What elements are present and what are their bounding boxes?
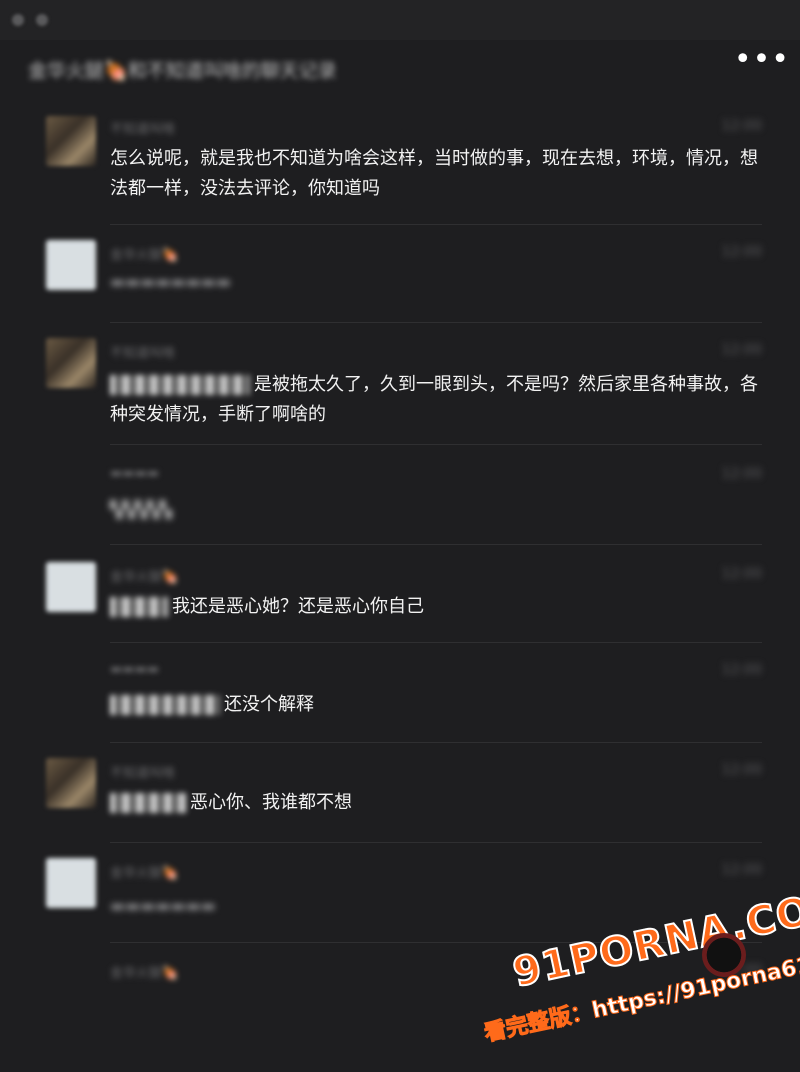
message-time: 12:00 xyxy=(721,118,762,134)
chat-message: ▬▬▬▬ 12:00 ▚▚▚▚▚ xyxy=(0,452,800,542)
sender-name: ▬▬▬▬ xyxy=(110,662,160,677)
avatar[interactable] xyxy=(46,858,96,908)
chat-record-header: 金华火腿🍖和不知道叫啥的聊天记录 xyxy=(0,40,800,96)
pixelated-redaction xyxy=(110,793,186,813)
avatar[interactable] xyxy=(46,338,96,388)
divider xyxy=(110,224,762,225)
message-time: 12:00 xyxy=(721,244,762,260)
message-time: 12:00 xyxy=(721,466,762,482)
redacted-text: ▬▬▬▬▬▬▬ xyxy=(110,896,216,915)
chat-message: 金华火腿🍖 12:00 我还是恶心她？还是恶心你自己 xyxy=(0,552,800,640)
chat-message: 不知道叫啥 12:00 恶心你、我谁都不想 xyxy=(0,750,800,842)
message-text: 怎么说呢，就是我也不知道为啥会这样，当时做的事，现在去想，环境，情况，想法都一样… xyxy=(110,148,758,199)
watermark: 91PORNA.COM 看完整版：https://91porna61.com xyxy=(470,879,800,1065)
avatar[interactable] xyxy=(46,562,96,612)
message-text: 是被拖太久了，久到一眼到头，不是吗？然后家里各种事故，各种突发情况，手断了啊啥的 xyxy=(110,374,758,425)
window-control-dot-icon[interactable] xyxy=(36,14,48,26)
redacted-text: ▚▚▚▚▚ xyxy=(110,500,172,519)
chat-message: 不知道叫啥 12:00 是被拖太久了，久到一眼到头，不是吗？然后家里各种事故，各… xyxy=(0,330,800,442)
message-time: 12:00 xyxy=(721,762,762,778)
chat-message: 不知道叫啥 12:00 怎么说呢，就是我也不知道为啥会这样，当时做的事，现在去想… xyxy=(0,110,800,222)
message-time: 12:00 xyxy=(721,566,762,582)
divider xyxy=(110,322,762,323)
sender-name: 金华火腿🍖 xyxy=(110,248,179,263)
avatar[interactable] xyxy=(46,116,96,166)
more-horizontal-icon[interactable]: ••• xyxy=(734,45,790,75)
message-time: 12:00 xyxy=(721,862,762,878)
avatar[interactable] xyxy=(46,240,96,290)
message-time: 12:00 xyxy=(721,342,762,358)
window-control-dot-icon[interactable] xyxy=(12,14,24,26)
message-text: 我还是恶心她？还是恶心你自己 xyxy=(110,592,760,622)
message-text: 还没个解释 xyxy=(110,690,760,720)
avatar[interactable] xyxy=(46,758,96,808)
sender-name: 不知道叫啥 xyxy=(110,122,176,137)
sender-name: ▬▬▬▬ xyxy=(110,466,160,481)
message-time: 12:00 xyxy=(721,662,762,678)
pixelated-redaction xyxy=(110,597,168,617)
sender-name: 不知道叫啥 xyxy=(110,346,176,361)
divider xyxy=(110,642,762,643)
redacted-text: ▬▬▬▬▬▬▬▬ xyxy=(110,272,231,291)
window-top-bar xyxy=(0,0,800,40)
divider xyxy=(110,842,762,843)
pixelated-redaction xyxy=(110,695,220,715)
pixelated-redaction xyxy=(110,375,250,395)
divider xyxy=(110,444,762,445)
divider xyxy=(110,742,762,743)
sender-name: 金华火腿🍖 xyxy=(110,866,179,881)
chat-message: 金华火腿🍖 12:00 ▬▬▬▬▬▬▬▬ xyxy=(0,232,800,320)
page-title: 金华火腿🍖和不知道叫啥的聊天记录 xyxy=(28,60,337,82)
divider xyxy=(110,544,762,545)
sender-name: 金华火腿🍖 xyxy=(110,570,179,585)
message-text: 恶心你、我谁都不想 xyxy=(110,788,760,818)
sender-name: 不知道叫啥 xyxy=(110,766,176,781)
chat-message: ▬▬▬▬ 12:00 还没个解释 xyxy=(0,650,800,740)
sender-name: 金华火腿🍖 xyxy=(110,966,179,981)
